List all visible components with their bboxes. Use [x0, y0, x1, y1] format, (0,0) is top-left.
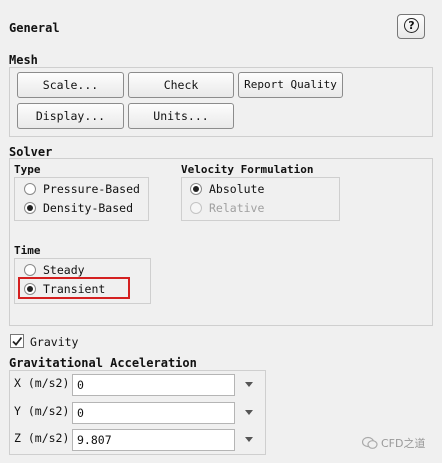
- velocity-formulation-title: Velocity Formulation: [181, 163, 314, 176]
- radio-relative: Relative: [190, 199, 264, 217]
- radio-relative-indicator: [190, 202, 202, 214]
- radio-transient-indicator: [24, 283, 36, 295]
- z-dropdown-icon[interactable]: [245, 437, 253, 442]
- radio-pressure-based-label: Pressure-Based: [43, 182, 140, 196]
- help-button[interactable]: ?: [397, 14, 425, 39]
- watermark-text: CFD之道: [381, 437, 426, 450]
- x-input[interactable]: 0: [72, 374, 235, 396]
- radio-steady-indicator: [24, 264, 36, 276]
- time-title: Time: [14, 244, 41, 257]
- radio-absolute-indicator: [190, 183, 202, 195]
- display-button[interactable]: Display...: [17, 103, 124, 129]
- units-button[interactable]: Units...: [128, 103, 234, 129]
- solver-section-title: Solver: [9, 145, 53, 159]
- grav-accel-title: Gravitational Acceleration: [9, 356, 197, 370]
- report-quality-button[interactable]: Report Quality: [238, 72, 343, 98]
- gravity-label: Gravity: [30, 335, 79, 349]
- wechat-icon: [362, 436, 378, 449]
- radio-pressure-based[interactable]: Pressure-Based: [24, 180, 140, 198]
- radio-density-based-indicator: [24, 202, 36, 214]
- radio-density-based[interactable]: Density-Based: [24, 199, 133, 217]
- radio-steady-label: Steady: [43, 263, 85, 277]
- watermark: CFD之道: [362, 435, 425, 451]
- radio-transient[interactable]: Transient: [24, 280, 105, 298]
- radio-pressure-based-indicator: [24, 183, 36, 195]
- checkmark-icon: [12, 336, 23, 346]
- radio-absolute[interactable]: Absolute: [190, 180, 264, 198]
- y-dropdown-icon[interactable]: [245, 410, 253, 415]
- radio-relative-label: Relative: [209, 201, 265, 215]
- mesh-section-title: Mesh: [9, 53, 38, 67]
- y-input[interactable]: 0: [72, 402, 235, 424]
- type-title: Type: [14, 163, 41, 176]
- z-label: Z (m/s2): [14, 431, 70, 445]
- x-dropdown-icon[interactable]: [245, 382, 253, 387]
- scale-button[interactable]: Scale...: [17, 72, 124, 98]
- radio-density-based-label: Density-Based: [43, 201, 134, 215]
- radio-absolute-label: Absolute: [209, 182, 265, 196]
- check-button[interactable]: Check: [128, 72, 234, 98]
- panel-title: General: [9, 21, 60, 35]
- y-label: Y (m/s2): [14, 404, 70, 418]
- radio-transient-label: Transient: [43, 282, 106, 296]
- gravity-checkbox[interactable]: [10, 334, 24, 348]
- help-icon: ?: [404, 18, 419, 33]
- x-label: X (m/s2): [14, 376, 70, 390]
- z-input[interactable]: 9.807: [72, 429, 235, 451]
